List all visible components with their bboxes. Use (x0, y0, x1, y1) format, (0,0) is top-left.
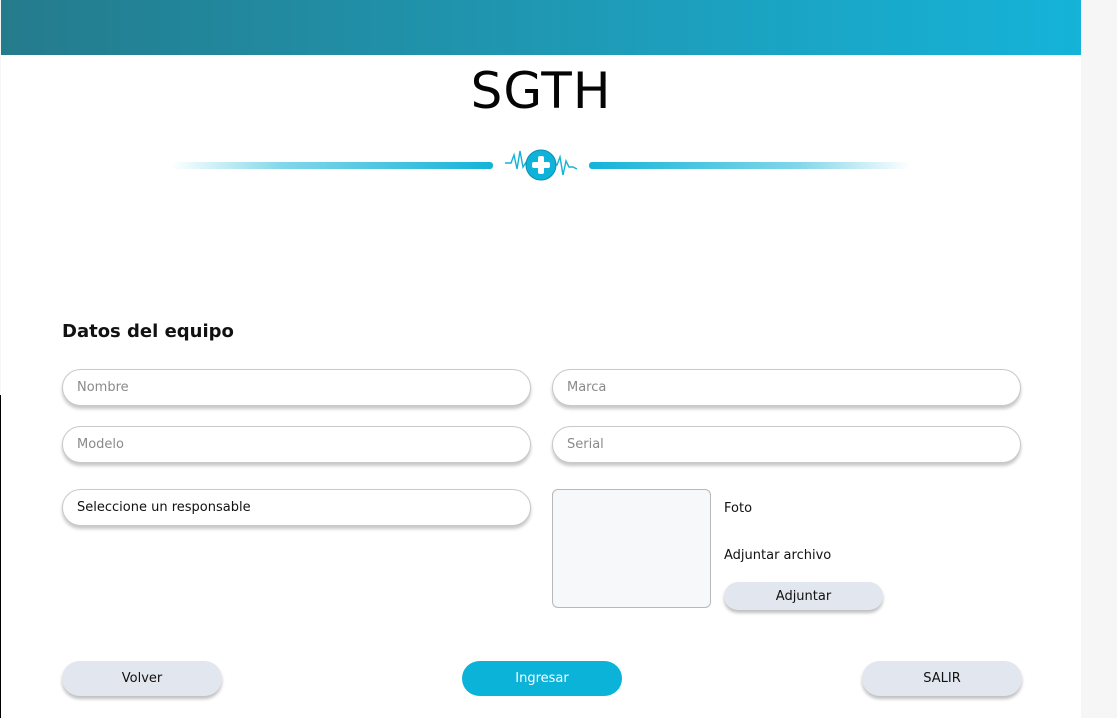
attach-file-label: Adjuntar archivo (724, 548, 832, 563)
brand-title: SGTH (470, 62, 612, 120)
divider-right (589, 162, 911, 169)
responsable-select[interactable]: Seleccione un responsable (62, 489, 531, 526)
top-banner (1, 0, 1081, 55)
submit-button[interactable]: Ingresar (462, 661, 622, 696)
modelo-input[interactable]: Modelo (62, 426, 531, 463)
marca-input[interactable]: Marca (552, 369, 1021, 406)
back-button[interactable]: Volver (62, 661, 222, 696)
attach-button[interactable]: Adjuntar (724, 582, 883, 610)
page: SGTH Datos del equipo Nombre Marca Model… (1, 0, 1081, 718)
photo-preview (552, 489, 711, 608)
exit-button[interactable]: SALIR (862, 661, 1022, 696)
divider-left (171, 162, 493, 169)
window-edge (0, 395, 1, 718)
photo-label: Foto (724, 501, 753, 516)
medical-cross-heartbeat-icon (505, 149, 578, 181)
serial-input[interactable]: Serial (552, 426, 1021, 463)
nombre-input[interactable]: Nombre (62, 369, 531, 406)
section-title: Datos del equipo (62, 321, 234, 342)
